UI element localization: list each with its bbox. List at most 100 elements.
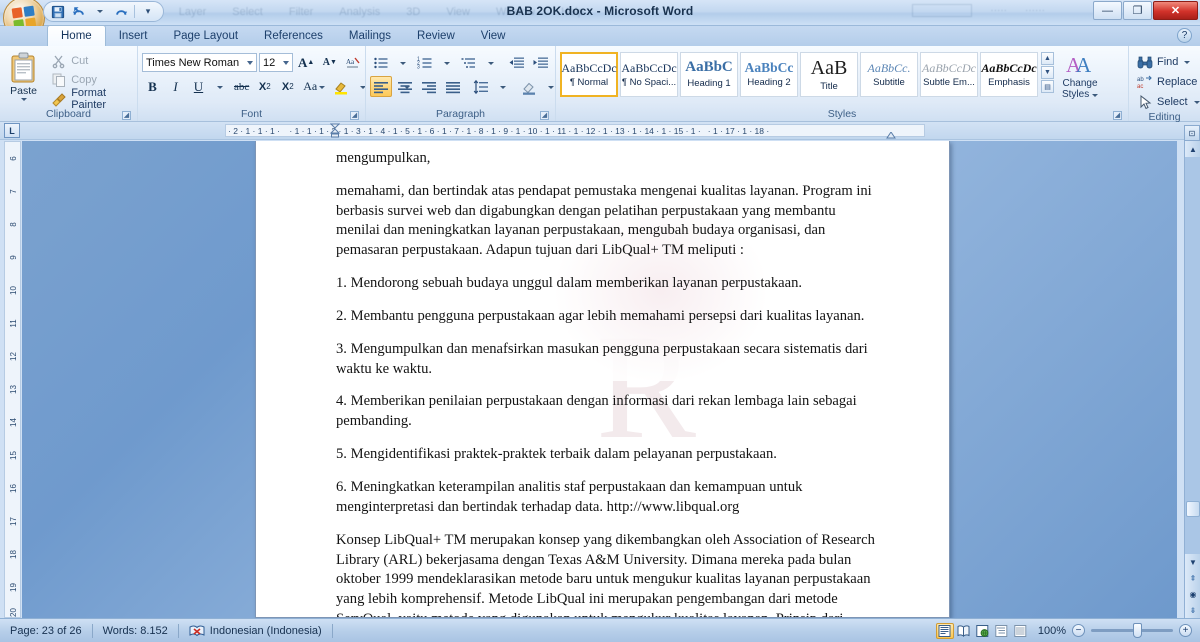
align-right-button[interactable]	[418, 76, 440, 97]
zoom-out-button[interactable]: −	[1072, 624, 1085, 637]
language-indicator[interactable]: Indonesian (Indonesia)	[179, 622, 332, 639]
zoom-level[interactable]: 100%	[1038, 625, 1066, 637]
numbering-button[interactable]: 123	[414, 52, 436, 73]
change-styles-button[interactable]: A A Change Styles	[1054, 52, 1106, 100]
maximize-button[interactable]: ❐	[1123, 1, 1152, 20]
replace-button[interactable]: ab ac Replace	[1133, 73, 1200, 91]
style-subtle-emphasis[interactable]: AaBbCcDc Subtle Em...	[920, 52, 978, 97]
undo-icon[interactable]	[69, 3, 89, 20]
multilevel-dropdown-icon[interactable]	[482, 53, 500, 73]
decrease-indent-button[interactable]	[506, 52, 528, 73]
zoom-slider-track[interactable]	[1091, 623, 1173, 638]
tab-mailings[interactable]: Mailings	[336, 26, 404, 46]
paste-dropdown-icon[interactable]	[20, 98, 27, 101]
font-name-combobox[interactable]: Times New Roman	[142, 53, 257, 72]
subscript-button[interactable]: X2	[254, 76, 275, 97]
strikethrough-button[interactable]: abc	[231, 76, 252, 97]
zoom-slider-thumb[interactable]	[1133, 623, 1142, 638]
paragraph-6[interactable]: 5. Mengidentifikasi praktek-praktek terb…	[336, 445, 876, 465]
styles-more-icon[interactable]: ▤	[1041, 80, 1054, 93]
paragraph-5[interactable]: 4. Memberikan penilaian perpustakaan den…	[336, 392, 876, 432]
chevron-down-icon[interactable]	[283, 61, 289, 65]
grow-font-button[interactable]: A ▲	[295, 52, 317, 73]
underline-dropdown-icon[interactable]	[211, 77, 229, 97]
page-indicator[interactable]: Page: 23 of 26	[0, 622, 92, 639]
paragraph-4[interactable]: 3. Mengumpulkan dan menafsirkan masukan …	[336, 340, 876, 380]
style-normal[interactable]: AaBbCcDc ¶ Normal	[560, 52, 618, 97]
font-dialog-launcher[interactable]: ◢	[350, 111, 359, 120]
undo-dropdown-icon[interactable]	[90, 3, 110, 20]
indent-markers[interactable]	[329, 123, 341, 138]
format-painter-button[interactable]: Format Painter	[47, 87, 133, 111]
document-canvas[interactable]: R LibQual+ TM merupakan suite layanan pe…	[22, 141, 1177, 618]
save-icon[interactable]	[48, 3, 68, 20]
paragraph-3[interactable]: 2. Membantu pengguna perpustakaan agar l…	[336, 307, 876, 327]
line-spacing-button[interactable]	[470, 76, 492, 97]
paragraph-2[interactable]: 1. Mendorong sebuah budaya unggul dalam …	[336, 274, 876, 294]
styles-scroll-up-icon[interactable]: ▲	[1041, 52, 1054, 65]
font-size-combobox[interactable]: 12	[259, 53, 293, 72]
styles-scroll-down-icon[interactable]: ▼	[1041, 66, 1054, 79]
find-button[interactable]: Find	[1133, 53, 1200, 71]
paragraph-8[interactable]: Konsep LibQual+ TM merupakan konsep yang…	[336, 531, 876, 617]
next-page-button[interactable]: ⇟	[1185, 602, 1200, 618]
center-button[interactable]	[394, 76, 416, 97]
style-heading-1[interactable]: AaBbC Heading 1	[680, 52, 738, 97]
zoom-control[interactable]: 100% − +	[1038, 623, 1192, 638]
document-page[interactable]: R LibQual+ TM merupakan suite layanan pe…	[255, 141, 950, 618]
tab-review[interactable]: Review	[404, 26, 468, 46]
word-count[interactable]: Words: 8.152	[93, 622, 178, 639]
document-text[interactable]: LibQual+ TM merupakan suite layanan perp…	[336, 141, 876, 617]
clear-formatting-button[interactable]: Aa	[342, 52, 364, 73]
vertical-ruler[interactable]: 6 7 8 9 10 11 12 13 14 15 16 17 18 19 20	[4, 141, 21, 618]
print-layout-view-button[interactable]	[935, 622, 954, 639]
zoom-in-button[interactable]: +	[1179, 624, 1192, 637]
italic-button[interactable]: I	[165, 76, 186, 97]
tab-home[interactable]: Home	[47, 25, 106, 46]
shrink-font-button[interactable]: A ▼	[319, 52, 340, 73]
scroll-down-arrow[interactable]: ▼	[1185, 554, 1200, 570]
multilevel-list-button[interactable]	[458, 52, 480, 73]
redo-icon[interactable]	[111, 3, 131, 20]
minimize-button[interactable]: —	[1093, 1, 1122, 20]
superscript-button[interactable]: X2	[277, 76, 298, 97]
paste-button[interactable]: Paste	[4, 50, 43, 101]
scrollbar-thumb[interactable]	[1186, 501, 1200, 517]
split-window-handle[interactable]: ⊡	[1184, 125, 1200, 141]
line-spacing-dropdown-icon[interactable]	[494, 77, 512, 97]
tab-page-layout[interactable]: Page Layout	[160, 26, 251, 46]
align-left-button[interactable]	[370, 76, 392, 97]
style-heading-2[interactable]: AaBbCc Heading 2	[740, 52, 798, 97]
select-button[interactable]: Select	[1133, 93, 1200, 111]
right-indent-marker[interactable]	[886, 131, 896, 139]
styles-dialog-launcher[interactable]: ◢	[1113, 111, 1122, 120]
paragraph-7[interactable]: 6. Meningkatkan keterampilan analitis st…	[336, 478, 876, 518]
numbering-dropdown-icon[interactable]	[438, 53, 456, 73]
change-case-button[interactable]: Aa	[300, 76, 328, 97]
customize-qat-icon[interactable]: ▾	[138, 3, 158, 20]
scroll-up-arrow[interactable]: ▲	[1185, 141, 1200, 157]
select-browse-object-button[interactable]: ◉	[1185, 586, 1200, 602]
close-button[interactable]: ✕	[1153, 1, 1198, 20]
chevron-down-icon[interactable]	[247, 61, 253, 65]
outline-view-button[interactable]	[993, 623, 1011, 639]
horizontal-ruler[interactable]: L · 2 · 1 · 1 · 1 · · 1 · 1 · 1 · 2 · 1 …	[0, 122, 1200, 140]
increase-indent-button[interactable]	[530, 52, 552, 73]
style-subtitle[interactable]: AaBbCc. Subtitle	[860, 52, 918, 97]
tab-stop-selector[interactable]: L	[4, 123, 20, 138]
shading-button[interactable]	[518, 76, 540, 97]
paragraph-dialog-launcher[interactable]: ◢	[540, 111, 549, 120]
full-screen-reading-view-button[interactable]	[955, 623, 973, 639]
bullets-dropdown-icon[interactable]	[394, 53, 412, 73]
style-title[interactable]: AaB Title	[800, 52, 858, 97]
underline-button[interactable]: U	[188, 76, 209, 97]
tab-references[interactable]: References	[251, 26, 336, 46]
cut-button[interactable]: Cut	[47, 52, 133, 70]
bullets-button[interactable]	[370, 52, 392, 73]
draft-view-button[interactable]	[1012, 623, 1030, 639]
justify-button[interactable]	[442, 76, 464, 97]
style-emphasis[interactable]: AaBbCcDc Emphasis	[980, 52, 1038, 97]
style-no-spacing[interactable]: AaBbCcDc ¶ No Spaci...	[620, 52, 678, 97]
vertical-scrollbar[interactable]: ▲ ▼ ⇞ ◉ ⇟	[1184, 141, 1200, 618]
clipboard-dialog-launcher[interactable]: ◢	[122, 111, 131, 120]
